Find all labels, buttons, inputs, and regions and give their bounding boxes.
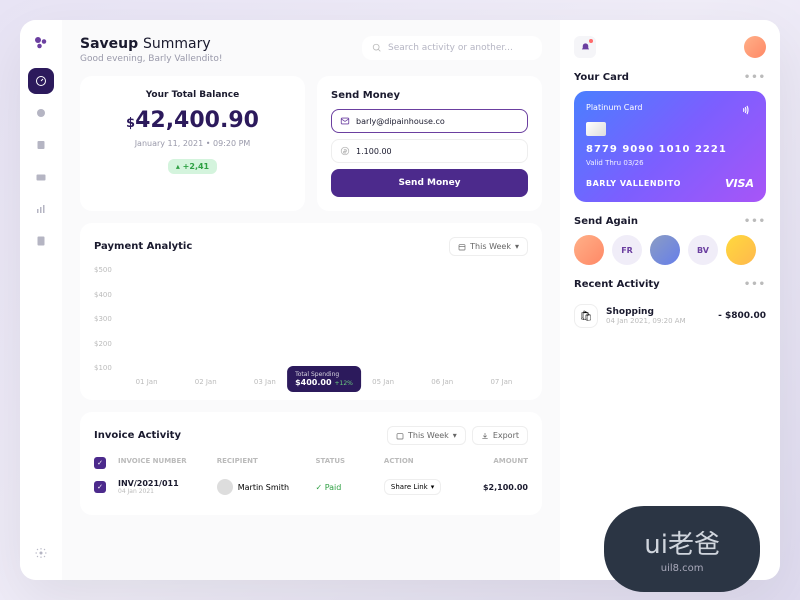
main-content: Saveup Summary Good evening, Barly Valle… <box>62 20 560 580</box>
analytic-title: Payment Analytic <box>94 241 192 252</box>
more-button[interactable]: ••• <box>744 216 766 227</box>
balance-amount: $42,400.90 <box>94 108 291 133</box>
send-title: Send Money <box>331 90 528 101</box>
bell-icon <box>580 42 591 53</box>
amount-input[interactable] <box>331 139 528 163</box>
activity-amount: - $800.00 <box>718 311 766 321</box>
balance-label: Your Total Balance <box>94 90 291 100</box>
contact-avatar[interactable] <box>574 235 604 265</box>
export-button[interactable]: Export <box>472 426 528 445</box>
invoice-period-dropdown[interactable]: This Week ▾ <box>387 426 466 445</box>
contact-avatar[interactable]: BV <box>688 235 718 265</box>
send-money-button[interactable]: Send Money <box>331 169 528 197</box>
recipient-input[interactable] <box>331 109 528 133</box>
th-action: ACTION <box>384 457 460 469</box>
nav-reports[interactable] <box>28 196 54 222</box>
download-icon <box>481 432 489 440</box>
contacts-list: FR BV <box>574 235 766 265</box>
th-amount: AMOUNT <box>468 457 528 469</box>
nav-exchange[interactable] <box>28 100 54 126</box>
th-invoice-number: INVOICE NUMBER <box>118 457 209 469</box>
select-all-checkbox[interactable]: ✓ <box>94 457 106 469</box>
send-money-card: Send Money Send Money <box>317 76 542 211</box>
nav-wallet[interactable] <box>28 164 54 190</box>
sidebar <box>20 20 62 580</box>
mail-icon <box>340 116 350 126</box>
chart-tooltip: Total Spending$400.00+12% <box>287 366 361 392</box>
card-holder-name: BARLY VALLENDITO <box>586 179 681 188</box>
card-chip-icon <box>586 122 606 136</box>
dollar-icon <box>340 146 350 156</box>
contact-avatar[interactable] <box>726 235 756 265</box>
credit-card[interactable]: Platinum Card 8779 9090 1010 2221 Valid … <box>574 91 766 202</box>
bar-chart: $500$400$300$200$100 01 Jan02 Jan03 Jan0… <box>94 266 528 386</box>
contactless-icon <box>740 103 754 117</box>
contact-avatar[interactable]: FR <box>612 235 642 265</box>
calendar-icon <box>396 432 404 440</box>
invoice-date: 04 Jan 2021 <box>118 488 209 495</box>
more-button[interactable]: ••• <box>744 279 766 290</box>
nav-documents[interactable] <box>28 228 54 254</box>
activity-item[interactable]: 🛍 Shopping 04 Jan 2021, 09:20 AM - $800.… <box>574 298 766 334</box>
activity-title: Shopping <box>606 307 710 317</box>
status-badge: ✓ Paid <box>315 483 375 492</box>
invoice-number: INV/2021/011 <box>118 479 209 488</box>
chevron-down-icon: ▾ <box>515 242 519 251</box>
watermark: ui老爸 uil8.com <box>604 506 760 592</box>
right-panel: Your Card ••• Platinum Card 8779 9090 10… <box>560 20 780 580</box>
recent-activity-title: Recent Activity ••• <box>574 279 766 290</box>
send-again-title: Send Again ••• <box>574 216 766 227</box>
invoice-amount: $2,100.00 <box>468 483 528 492</box>
balance-change-badge: ▴ +2,41 <box>168 159 217 174</box>
search-input[interactable]: Search activity or another... <box>362 36 542 60</box>
nav-contacts[interactable] <box>28 132 54 158</box>
your-card-title: Your Card ••• <box>574 72 766 83</box>
card-number: 8779 9090 1010 2221 <box>586 144 754 155</box>
search-icon <box>372 43 382 53</box>
calendar-icon <box>458 243 466 251</box>
page-title: Saveup Summary <box>80 36 346 52</box>
share-link-button[interactable]: Share Link ▾ <box>384 479 441 495</box>
activity-date: 04 Jan 2021, 09:20 AM <box>606 317 710 325</box>
invoice-card: Invoice Activity This Week ▾ Export ✓ <box>80 412 542 515</box>
row-checkbox[interactable]: ✓ <box>94 481 106 493</box>
th-recipient: RECIPIENT <box>217 457 308 469</box>
contact-avatar[interactable] <box>650 235 680 265</box>
more-button[interactable]: ••• <box>744 72 766 83</box>
logo-icon <box>32 34 50 52</box>
analytic-card: Payment Analytic This Week ▾ $500$400$30… <box>80 223 542 400</box>
recipient-name: Martin Smith <box>238 483 289 492</box>
notification-button[interactable] <box>574 36 596 58</box>
recipient-avatar <box>217 479 233 495</box>
card-brand: VISA <box>725 177 754 190</box>
invoice-title: Invoice Activity <box>94 430 181 441</box>
table-row[interactable]: ✓ INV/2021/011 04 Jan 2021 Martin Smith … <box>94 473 528 501</box>
nav-dashboard[interactable] <box>28 68 54 94</box>
page-subtitle: Good evening, Barly Vallendito! <box>80 54 346 64</box>
nav-settings[interactable] <box>28 540 54 566</box>
balance-date: January 11, 2021 • 09:20 PM <box>94 139 291 148</box>
card-type: Platinum Card <box>586 103 643 112</box>
balance-card: Your Total Balance $42,400.90 January 11… <box>80 76 305 211</box>
user-avatar[interactable] <box>744 36 766 58</box>
card-valid: Valid Thru 03/26 <box>586 159 754 167</box>
analytic-period-dropdown[interactable]: This Week ▾ <box>449 237 528 256</box>
chevron-down-icon: ▾ <box>453 431 457 440</box>
shopping-icon: 🛍 <box>574 304 598 328</box>
th-status: STATUS <box>315 457 375 469</box>
